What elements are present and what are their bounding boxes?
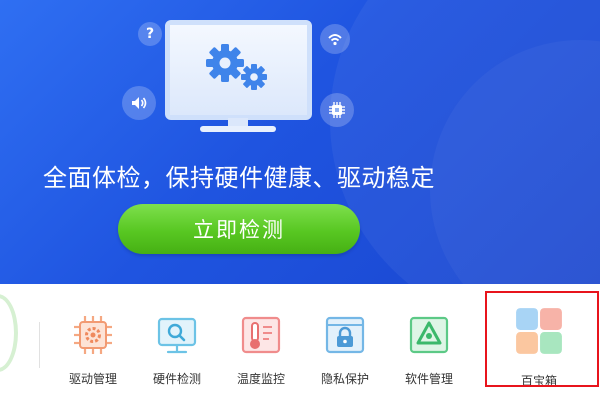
hero-banner: ? 全面体检，保持硬件健康、驱动稳定 立即检测 xyxy=(0,0,600,284)
tool-label: 软件管理 xyxy=(404,372,453,386)
wifi-bubble-icon xyxy=(320,24,350,54)
monitor-search-icon xyxy=(157,317,197,354)
tool-temperature-monitor[interactable]: 温度监控 xyxy=(219,284,303,411)
chip-bubble-icon xyxy=(320,93,354,127)
chip-gear-icon xyxy=(74,316,112,354)
start-check-button[interactable]: 立即检测 xyxy=(118,204,360,254)
lock-window-icon xyxy=(325,316,365,354)
thermometer-icon xyxy=(241,316,281,354)
tool-label: 驱动管理 xyxy=(68,372,117,386)
help-bubble-icon: ? xyxy=(138,22,162,46)
monitor-illustration xyxy=(165,20,312,120)
toolbar-divider xyxy=(39,322,40,368)
monitor-base xyxy=(200,126,276,132)
help-bubble-glyph: ? xyxy=(145,26,155,42)
gears-icon xyxy=(206,44,267,90)
highlight-box xyxy=(485,291,599,387)
tool-hardware-check[interactable]: 硬件检测 xyxy=(135,284,219,411)
speaker-bubble-icon xyxy=(122,86,156,120)
tool-software-manage[interactable]: 软件管理 xyxy=(387,284,471,411)
hero-headline: 全面体检，保持硬件健康、驱动稳定 xyxy=(43,164,435,192)
tool-label: 硬件检测 xyxy=(152,372,201,386)
tool-privacy-protect[interactable]: 隐私保护 xyxy=(303,284,387,411)
app-store-icon xyxy=(409,316,449,354)
tool-label: 隐私保护 xyxy=(320,372,369,386)
tool-label: 温度监控 xyxy=(236,372,285,386)
tool-driver-manage[interactable]: 驱动管理 xyxy=(51,284,135,411)
